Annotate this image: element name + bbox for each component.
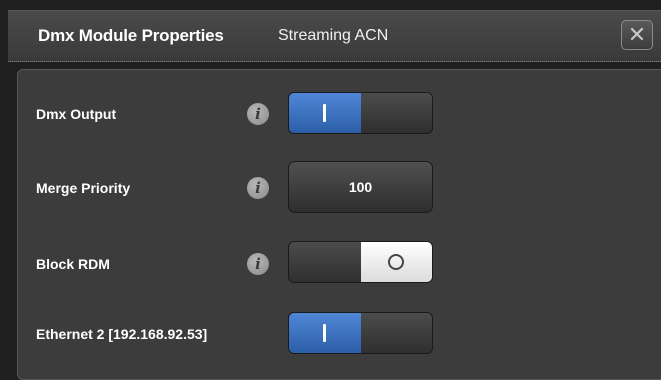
ethernet-2-label: Ethernet 2 [192.168.92.53]: [36, 326, 208, 342]
toggle-on-segment: [289, 242, 361, 282]
ethernet-2-toggle[interactable]: [288, 312, 433, 354]
off-ring-icon: [388, 254, 405, 270]
window-subtitle: Streaming ACN: [278, 27, 389, 44]
info-icon[interactable]: i: [247, 103, 269, 125]
on-bar-icon: [323, 324, 327, 342]
toggle-off-segment: [360, 313, 432, 353]
window-title: Dmx Module Properties: [38, 26, 224, 45]
close-icon: ✕: [627, 22, 647, 47]
properties-panel: Dmx Output i Merge Priority i 100 Block …: [17, 69, 661, 380]
toggle-off-segment: [360, 242, 432, 282]
on-bar-icon: [323, 104, 327, 122]
merge-priority-label: Merge Priority: [36, 180, 131, 196]
info-icon[interactable]: i: [247, 177, 269, 199]
dmx-output-toggle[interactable]: [288, 92, 433, 134]
toggle-on-segment: [289, 313, 361, 353]
title-bar: Dmx Module Properties Streaming ACN ✕: [8, 10, 661, 62]
toggle-on-segment: [289, 93, 361, 133]
toggle-off-segment: [360, 93, 432, 133]
info-icon[interactable]: i: [247, 253, 269, 275]
close-button[interactable]: ✕: [621, 20, 653, 50]
block-rdm-label: Block RDM: [36, 256, 110, 272]
dmx-output-label: Dmx Output: [36, 106, 117, 122]
merge-priority-value-button[interactable]: 100: [288, 161, 433, 213]
block-rdm-toggle[interactable]: [288, 241, 433, 283]
